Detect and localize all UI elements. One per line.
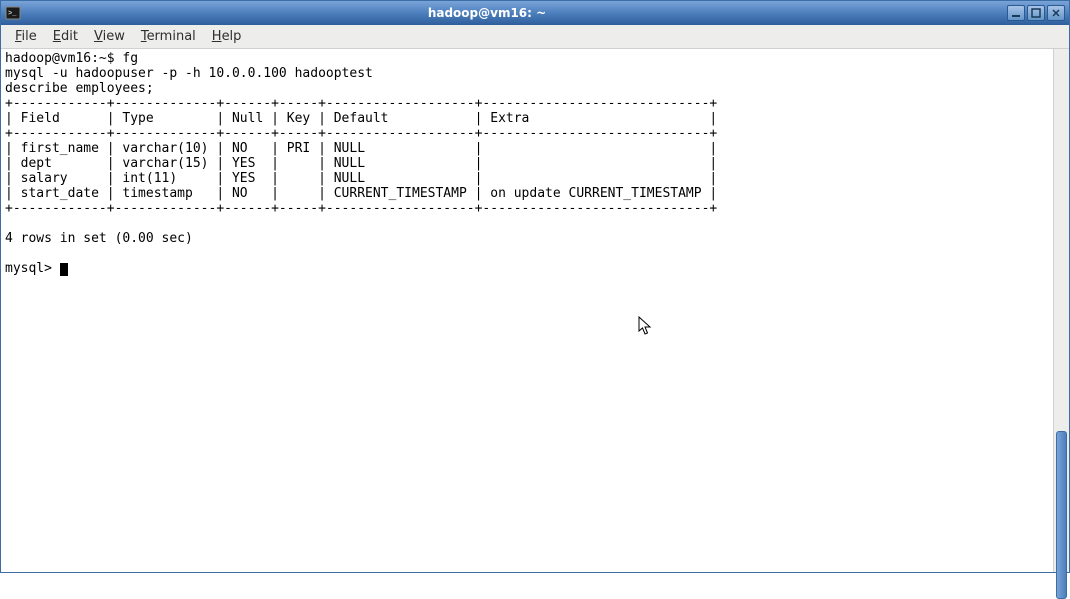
menu-view[interactable]: View — [86, 27, 133, 46]
terminal-window: >_ hadoop@vm16: ~ File Edit View Termina… — [0, 0, 1070, 573]
menu-view-rest: iew — [103, 29, 125, 44]
line-command: mysql -u hadoopuser -p -h 10.0.0.100 had… — [5, 66, 373, 81]
close-button[interactable] — [1047, 5, 1065, 21]
menubar: File Edit View Terminal Help — [1, 25, 1069, 49]
menu-file[interactable]: File — [7, 27, 45, 46]
minimize-button[interactable] — [1007, 5, 1025, 21]
menu-help[interactable]: Help — [204, 27, 250, 46]
menu-edit-rest: dit — [61, 29, 78, 44]
line-border-mid: +------------+-------------+------+-----… — [5, 126, 717, 141]
menu-terminal-rest: erminal — [147, 29, 196, 44]
menu-file-rest: ile — [22, 29, 37, 44]
terminal-area: hadoop@vm16:~$ fg mysql -u hadoopuser -p… — [1, 49, 1069, 572]
menu-terminal[interactable]: Terminal — [133, 27, 204, 46]
vertical-scrollbar[interactable] — [1053, 49, 1069, 572]
window-controls — [1007, 5, 1065, 21]
menu-help-rest: elp — [222, 29, 242, 44]
window-title: hadoop@vm16: ~ — [0, 6, 1007, 20]
cursor-block-icon — [60, 263, 68, 276]
mysql-prompt: mysql> — [5, 261, 60, 276]
line-border-bot: +------------+-------------+------+-----… — [5, 201, 717, 216]
table-row: | salary | int(11) | YES | | NULL | | — [5, 171, 717, 186]
maximize-button[interactable] — [1027, 5, 1045, 21]
terminal-output[interactable]: hadoop@vm16:~$ fg mysql -u hadoopuser -p… — [1, 49, 1053, 572]
table-row: | start_date | timestamp | NO | | CURREN… — [5, 186, 717, 201]
table-row: | dept | varchar(15) | YES | | NULL | | — [5, 156, 717, 171]
table-row: | first_name | varchar(10) | NO | PRI | … — [5, 141, 717, 156]
line-prompt: hadoop@vm16:~$ fg — [5, 51, 138, 66]
menu-edit[interactable]: Edit — [45, 27, 86, 46]
line-header: | Field | Type | Null | Key | Default | … — [5, 111, 717, 126]
line-describe: describe employees; — [5, 81, 154, 96]
line-summary: 4 rows in set (0.00 sec) — [5, 231, 193, 246]
scrollbar-thumb[interactable] — [1056, 431, 1067, 599]
titlebar[interactable]: >_ hadoop@vm16: ~ — [1, 1, 1069, 25]
line-border-top: +------------+-------------+------+-----… — [5, 96, 717, 111]
